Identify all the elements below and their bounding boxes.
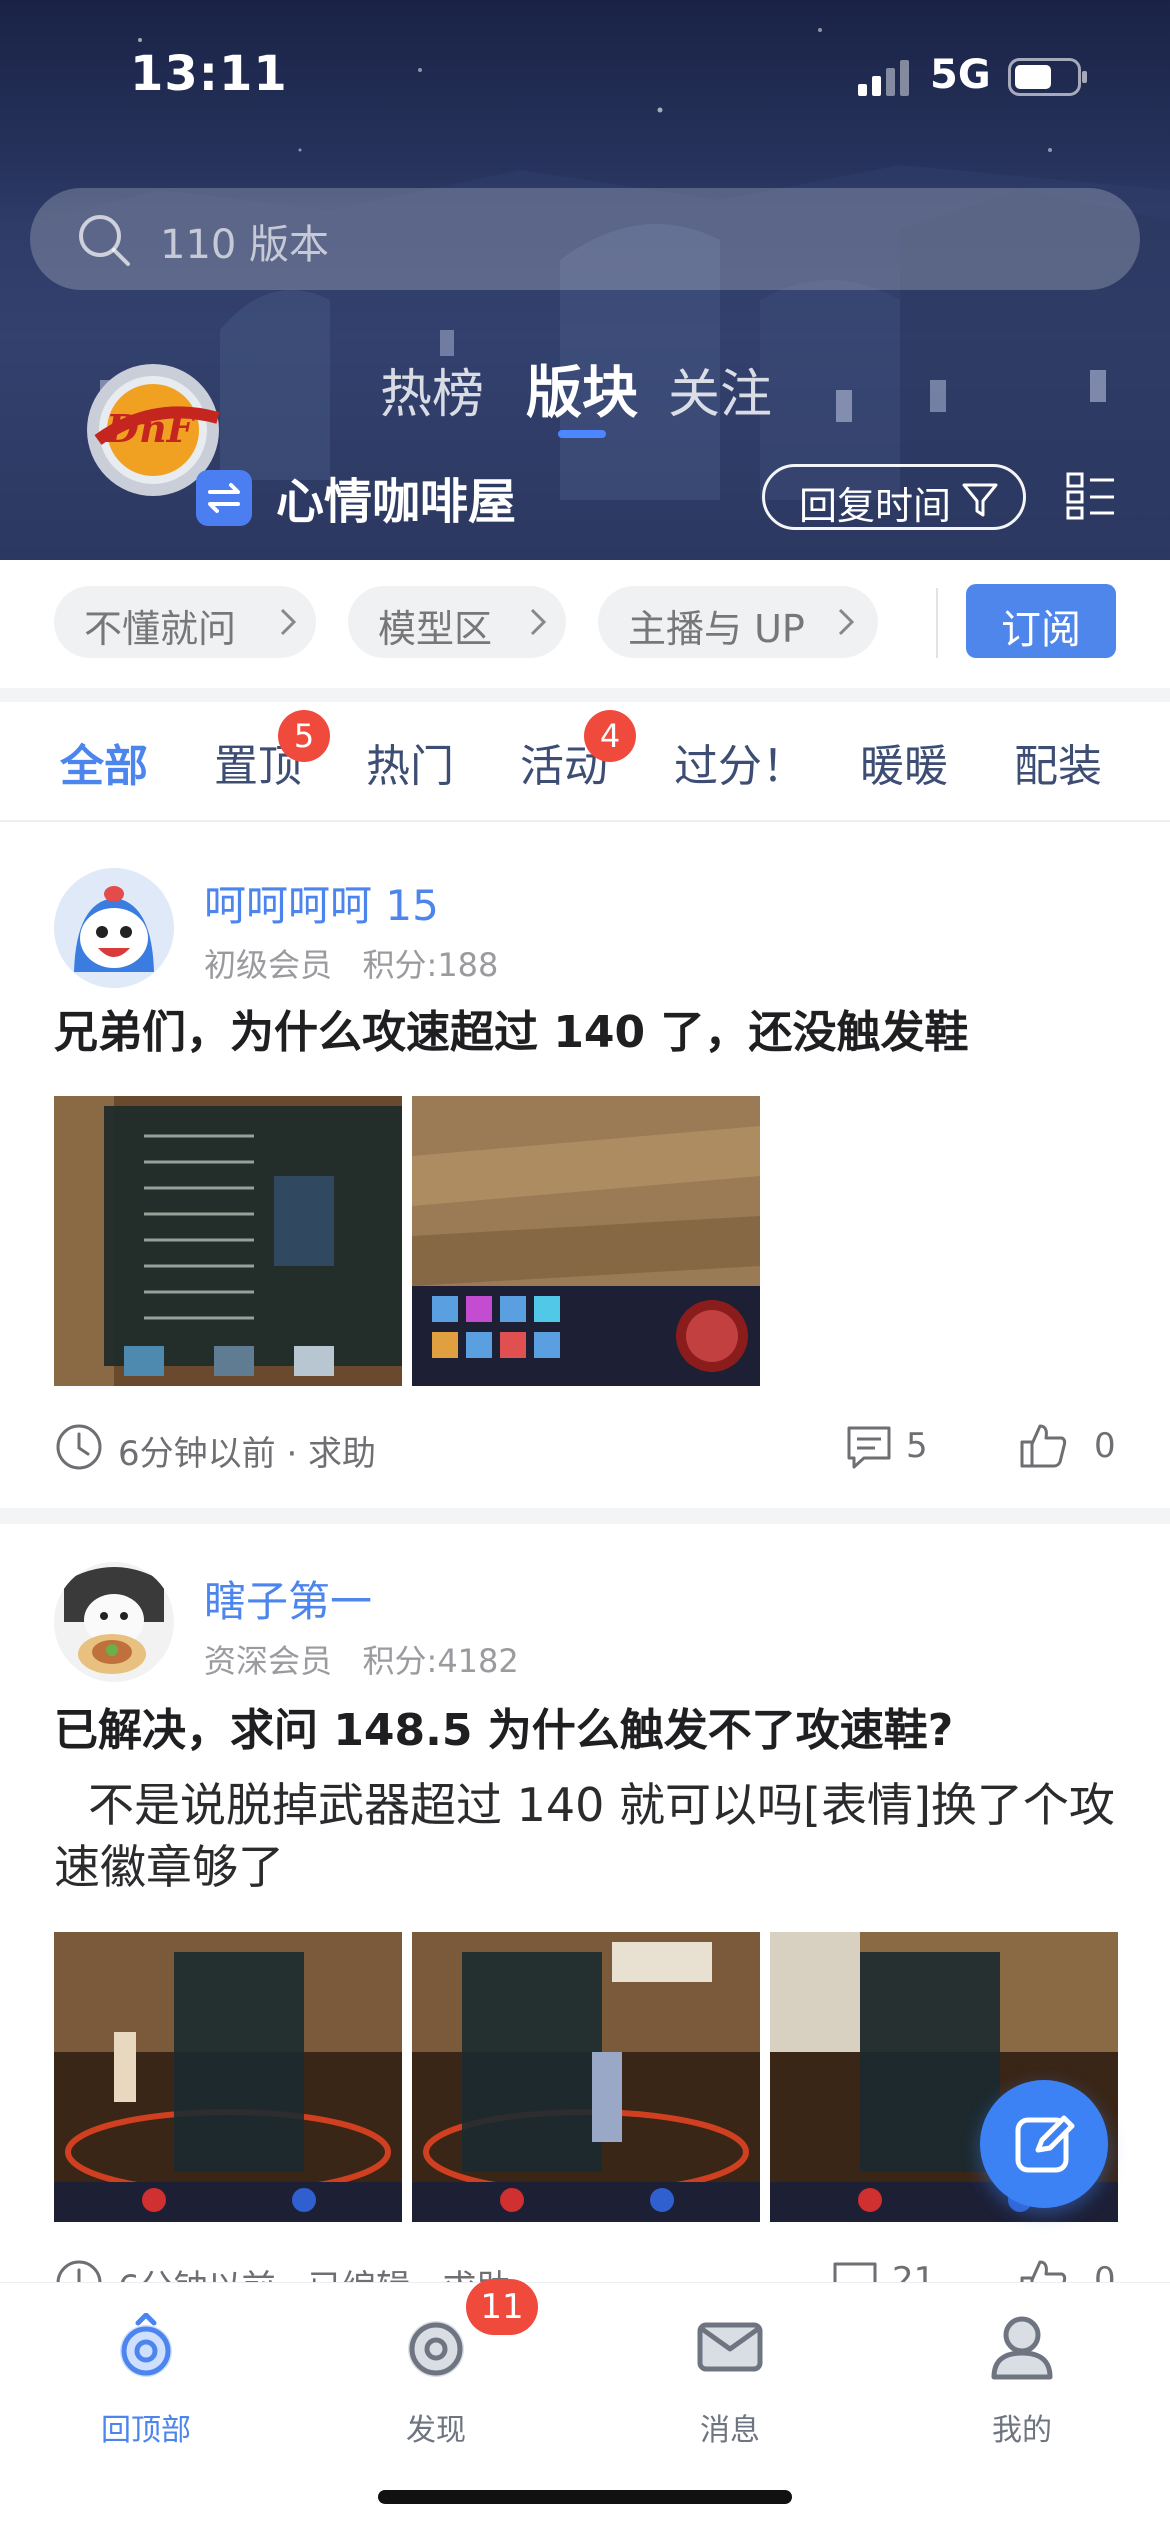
search-icon — [79, 215, 130, 266]
forum-header: 13:11 5G 110 版本 DnF 热榜 版块 关注 心情咖啡屋 回复时间 — [0, 0, 1170, 560]
category-tabs: 全部 置顶 5 热门 活动 4 过分！ 暖暖 配装 — [0, 702, 1170, 822]
nav-label: 回顶部 — [101, 2413, 191, 2448]
chevron-right-icon — [530, 608, 547, 636]
list-view-icon[interactable] — [1066, 472, 1116, 520]
nav-discover[interactable]: 11 发现 — [336, 2279, 538, 2473]
clock-icon — [56, 1424, 102, 1470]
nav-profile[interactable]: 我的 — [922, 2313, 1122, 2473]
home-indicator — [378, 2490, 792, 2504]
game-scene-screenshot — [412, 1932, 760, 2222]
switch-forum-button[interactable] — [196, 470, 252, 526]
divider — [936, 588, 938, 658]
post-title[interactable]: 已解决，求问 148.5 为什么触发不了攻速鞋? — [54, 1700, 1124, 1762]
category-tab-events[interactable]: 活动 4 — [520, 710, 636, 794]
subforum-chip-ask[interactable]: 不懂就问 — [54, 586, 316, 658]
post-image[interactable] — [412, 1096, 760, 1386]
subforum-chip-streamers[interactable]: 主播与 UP — [598, 586, 878, 658]
category-tab-builds[interactable]: 配装 — [1014, 730, 1102, 794]
discover-icon — [408, 2321, 464, 2377]
network-type: 5G — [930, 52, 991, 98]
nav-messages[interactable]: 消息 — [630, 2313, 830, 2473]
sort-filter-button[interactable]: 回复时间 — [762, 464, 1026, 530]
subforum-label: 模型区 — [378, 607, 493, 651]
game-stats-screenshot — [54, 1096, 402, 1386]
search-bar[interactable]: 110 版本 — [30, 188, 1140, 290]
category-tab-hot[interactable]: 热门 — [366, 730, 454, 794]
post-divider — [0, 1508, 1170, 1524]
count-badge: 4 — [584, 710, 636, 762]
search-placeholder: 110 版本 — [160, 222, 330, 268]
username[interactable]: 瞎子第一 — [204, 1568, 372, 1629]
user-points: 积分:188 — [362, 946, 499, 984]
notification-badge: 11 — [466, 2279, 538, 2335]
post-image[interactable] — [412, 1932, 760, 2222]
clock: 13:11 — [130, 46, 288, 102]
like-count: 0 — [1094, 1426, 1116, 1466]
avatar[interactable] — [54, 868, 174, 988]
svg-text:DnF: DnF — [105, 406, 197, 451]
tab-forums[interactable]: 版块 — [526, 348, 638, 429]
chevron-right-icon — [280, 608, 297, 636]
post-card[interactable]: 呵呵呵呵 15 初级会员 积分:188 兄弟们，为什么攻速超过 140 了，还没… — [0, 822, 1170, 1508]
game-inventory-screenshot — [412, 1096, 760, 1386]
user-meta: 初级会员 积分:188 — [204, 940, 498, 986]
home-icon — [120, 2313, 172, 2377]
nav-back-to-top[interactable]: 回顶部 — [46, 2313, 246, 2473]
post-image[interactable] — [54, 1096, 402, 1386]
post-title[interactable]: 兄弟们，为什么攻速超过 140 了，还没触发鞋 — [54, 1002, 1124, 1064]
member-level: 初级会员 — [204, 946, 333, 984]
cartoon-avatar-icon — [54, 868, 174, 988]
member-level: 资深会员 — [204, 1642, 333, 1680]
category-tab-all[interactable]: 全部 — [60, 730, 148, 794]
profile-icon — [991, 2316, 1053, 2380]
section-gap — [0, 688, 1170, 702]
mail-icon — [697, 2322, 763, 2372]
comment-icon[interactable] — [844, 1422, 894, 1472]
post-body[interactable]: 不是说脱掉武器超过 140 就可以吗[表情]换了个攻速徽章够了 — [54, 1774, 1124, 1898]
signal-icon — [858, 60, 909, 96]
swap-icon — [208, 483, 240, 513]
subscribe-button[interactable]: 订阅 — [966, 584, 1116, 658]
category-tab-pinned[interactable]: 置顶 5 — [214, 710, 330, 794]
tab-hot-list[interactable]: 热榜 — [380, 352, 484, 427]
nav-label: 发现 — [406, 2413, 466, 2448]
subforum-chip-models[interactable]: 模型区 — [348, 586, 566, 658]
nav-label: 我的 — [992, 2413, 1052, 2448]
subforum-label: 不懂就问 — [84, 607, 237, 651]
subforum-label: 主播与 UP — [628, 607, 805, 651]
sort-label: 回复时间 — [799, 484, 952, 528]
nav-label: 消息 — [700, 2413, 760, 2448]
tab-following[interactable]: 关注 — [668, 352, 772, 427]
active-tab-indicator — [558, 430, 606, 438]
filter-icon — [962, 483, 998, 517]
category-tab-nuannuan[interactable]: 暖暖 — [860, 730, 948, 794]
category-tab-outrageous[interactable]: 过分！ — [674, 730, 806, 794]
manga-avatar-icon — [54, 1562, 174, 1682]
status-bar: 13:11 5G — [0, 0, 1170, 140]
subforum-row: 不懂就问 模型区 主播与 UP 订阅 — [0, 560, 1170, 688]
post-image[interactable] — [54, 1932, 402, 2222]
username[interactable]: 呵呵呵呵 15 — [204, 872, 439, 933]
compose-post-button[interactable] — [980, 2080, 1108, 2208]
forum-name: 心情咖啡屋 — [276, 474, 517, 530]
game-scene-screenshot — [54, 1932, 402, 2222]
user-meta: 资深会员 积分:4182 — [204, 1636, 519, 1682]
battery-icon — [1008, 58, 1087, 96]
user-points: 积分:4182 — [362, 1642, 519, 1680]
chevron-right-icon — [838, 608, 855, 636]
avatar[interactable] — [54, 1562, 174, 1682]
edit-icon — [1015, 2115, 1075, 2173]
post-time-tag: 6分钟以前 · 求助 — [118, 1434, 377, 1474]
like-icon[interactable] — [1018, 1420, 1068, 1470]
comment-count: 5 — [906, 1426, 928, 1466]
count-badge: 5 — [278, 710, 330, 762]
